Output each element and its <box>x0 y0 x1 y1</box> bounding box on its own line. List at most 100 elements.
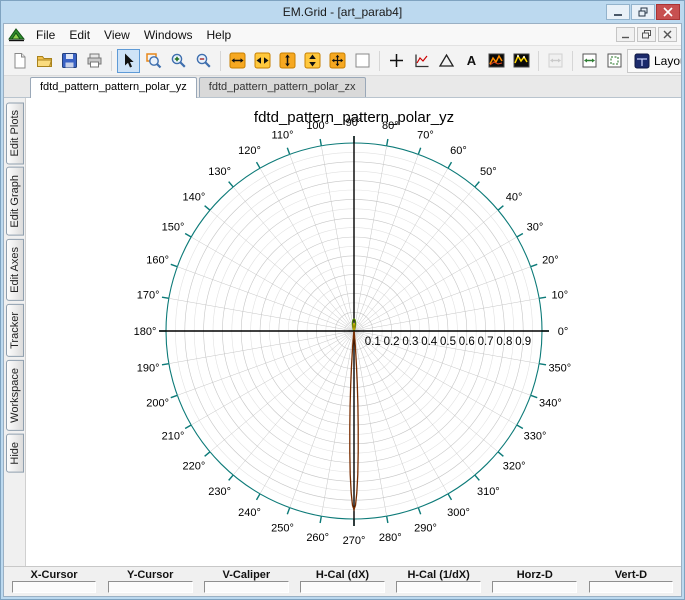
crosshair-button[interactable] <box>385 49 408 73</box>
expand-horizontal-icon <box>229 52 246 69</box>
sidebar-item-edit-graph[interactable]: Edit Graph <box>5 167 24 237</box>
svg-text:0.4: 0.4 <box>421 336 438 348</box>
colormap-bright-button[interactable] <box>510 49 533 73</box>
layout-label: Layout <box>654 53 681 68</box>
main-content: Edit Plots Edit Graph Edit Axes Tracker … <box>4 98 681 566</box>
menu-help[interactable]: Help <box>200 26 239 44</box>
child-close-button[interactable] <box>658 27 677 42</box>
colormap-dark-button[interactable] <box>485 49 508 73</box>
pointer-button[interactable] <box>117 48 140 73</box>
autoscale-icon <box>329 52 346 69</box>
new-button[interactable] <box>8 49 31 73</box>
sidebar-item-edit-axes[interactable]: Edit Axes <box>5 239 24 301</box>
sidebar-item-edit-plots[interactable]: Edit Plots <box>5 102 24 165</box>
scroll-horizontal-button[interactable] <box>251 49 274 73</box>
close-button[interactable] <box>656 4 680 20</box>
status-value <box>204 581 289 593</box>
status-label: Vert-D <box>614 569 648 581</box>
fit-width-button[interactable] <box>578 49 601 73</box>
zoom-in-button[interactable] <box>167 49 190 73</box>
triangle-caliper-icon <box>438 53 455 67</box>
minimize-button[interactable] <box>606 4 630 20</box>
open-button[interactable] <box>33 49 56 73</box>
fit-box-button[interactable] <box>603 49 626 73</box>
svg-text:110°: 110° <box>272 130 294 142</box>
svg-text:270°: 270° <box>343 535 366 547</box>
svg-text:240°: 240° <box>238 507 261 519</box>
status-value <box>300 581 385 593</box>
toolbar-separator <box>111 50 112 71</box>
app-window: EM.Grid - [art_parab4] File Edit View Wi… <box>0 0 685 600</box>
svg-text:70°: 70° <box>417 130 434 142</box>
menu-windows[interactable]: Windows <box>137 26 200 44</box>
status-col-vert-d: Vert-D <box>583 569 679 593</box>
svg-text:180°: 180° <box>134 326 157 338</box>
svg-text:310°: 310° <box>477 486 500 498</box>
menu-view[interactable]: View <box>97 26 137 44</box>
sidebar-item-tracker[interactable]: Tracker <box>5 303 24 357</box>
svg-text:220°: 220° <box>183 460 206 472</box>
svg-text:230°: 230° <box>208 486 231 498</box>
status-bar: X-Cursor Y-Cursor V-Caliper H-Cal (dX) H… <box>4 566 681 596</box>
expand-vertical-icon <box>279 52 296 69</box>
menu-file[interactable]: File <box>29 26 62 44</box>
svg-text:20°: 20° <box>542 255 559 267</box>
svg-text:280°: 280° <box>379 532 402 544</box>
layout-dropdown[interactable]: Layout ▾ <box>627 48 681 73</box>
zoom-window-icon <box>146 53 162 69</box>
restore-button[interactable] <box>631 4 655 20</box>
status-value <box>396 581 481 593</box>
sidebar-item-workspace[interactable]: Workspace <box>5 359 24 431</box>
svg-text:30°: 30° <box>527 222 544 234</box>
scroll-vertical-button[interactable] <box>301 49 324 73</box>
clear-markers-button[interactable] <box>351 49 374 73</box>
child-restore-icon <box>641 30 651 39</box>
status-label: X-Cursor <box>30 569 78 581</box>
menu-edit[interactable]: Edit <box>62 26 97 44</box>
status-col-x-cursor: X-Cursor <box>6 569 102 593</box>
svg-text:0.3: 0.3 <box>402 336 418 348</box>
save-button[interactable] <box>58 49 81 73</box>
colormap-bright-icon <box>513 53 530 68</box>
status-label: H-Cal (1/dX) <box>407 569 470 581</box>
svg-text:190°: 190° <box>137 362 160 374</box>
tracker-button[interactable] <box>410 49 433 73</box>
svg-text:0°: 0° <box>558 326 569 338</box>
tab-polar-zx[interactable]: fdtd_pattern_pattern_polar_zx <box>198 77 366 97</box>
svg-text:200°: 200° <box>146 397 169 409</box>
layout-icon <box>634 53 650 68</box>
expand-horizontal-button[interactable] <box>226 49 249 73</box>
window-controls <box>606 4 684 20</box>
tracker-axes-icon <box>415 54 429 68</box>
svg-text:0.8: 0.8 <box>496 336 512 348</box>
tab-polar-yz[interactable]: fdtd_pattern_pattern_polar_yz <box>30 77 197 98</box>
child-close-icon <box>663 30 672 39</box>
svg-text:330°: 330° <box>524 431 547 443</box>
autoscale-button[interactable] <box>326 49 349 73</box>
zoom-in-icon <box>171 53 186 68</box>
polar-plot-canvas[interactable]: 0° 10° 20° 30° 40° 50° 60° 70° 80° 90° 100° 110° 120… <box>26 98 681 566</box>
restore-icon <box>638 7 647 17</box>
window-frame: File Edit View Windows Help A Layo fdtd_… <box>3 23 682 597</box>
zoom-window-button[interactable] <box>142 49 165 73</box>
caliper-button[interactable] <box>435 49 458 73</box>
toolbar-separator <box>220 50 221 71</box>
colormap-dark-icon <box>488 53 505 68</box>
child-minimize-button[interactable] <box>616 27 635 42</box>
svg-text:0.2: 0.2 <box>384 336 400 348</box>
add-text-button[interactable]: A <box>460 49 483 73</box>
svg-text:10°: 10° <box>552 290 569 302</box>
child-restore-button[interactable] <box>637 27 656 42</box>
zoom-out-icon <box>196 53 211 68</box>
sidebar-item-hide[interactable]: Hide <box>5 433 24 473</box>
close-icon <box>663 7 673 17</box>
svg-text:130°: 130° <box>208 166 231 178</box>
svg-text:0.9: 0.9 <box>515 336 531 348</box>
status-col-horz-d: Horz-D <box>487 569 583 593</box>
app-logo-icon <box>8 28 25 42</box>
print-button[interactable] <box>83 49 106 73</box>
status-col-y-cursor: Y-Cursor <box>102 569 198 593</box>
status-label: V-Caliper <box>222 569 271 581</box>
expand-vertical-button[interactable] <box>276 49 299 73</box>
zoom-out-button[interactable] <box>192 49 215 73</box>
